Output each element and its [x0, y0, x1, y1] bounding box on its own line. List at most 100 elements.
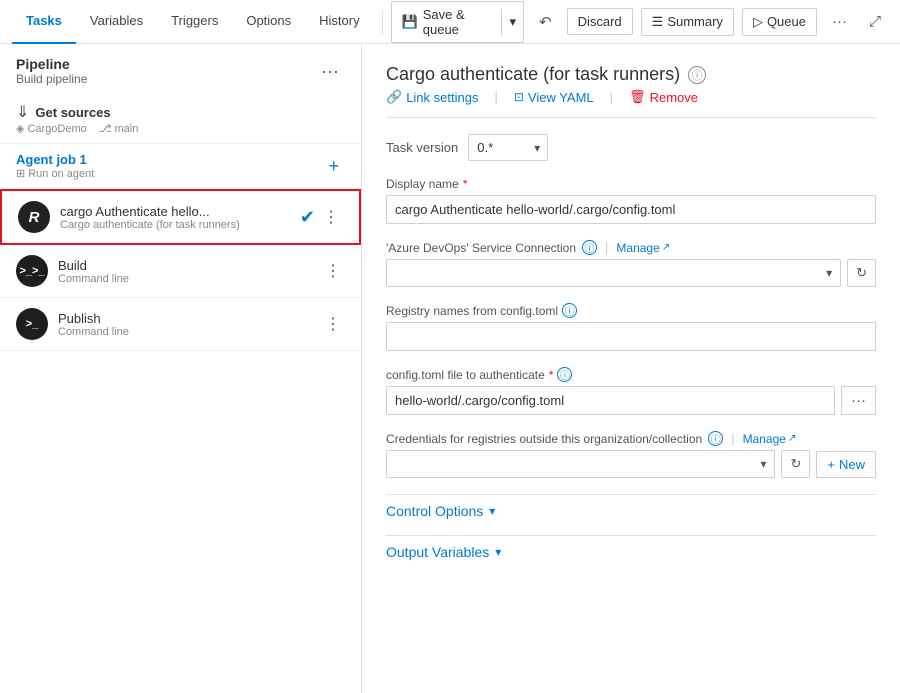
link-settings-label: Link settings	[406, 90, 478, 105]
view-yaml-icon: ⊡	[514, 90, 524, 104]
queue-button[interactable]: ▷ Queue	[742, 8, 817, 36]
summary-button[interactable]: ☰ Summary	[641, 8, 734, 36]
tab-history[interactable]: History	[305, 0, 373, 44]
save-queue-main[interactable]: 💾 Save & queue	[392, 2, 502, 42]
display-name-group: Display name *	[386, 177, 876, 224]
publish-task-name: Publish	[58, 311, 311, 326]
link-sep-2: |	[610, 90, 613, 105]
tab-variables[interactable]: Variables	[76, 0, 157, 44]
cmd-icon-build: >_	[19, 265, 44, 277]
rust-icon: R	[29, 209, 40, 226]
nav-tabs: Tasks Variables Triggers Options History	[12, 0, 374, 44]
pipeline-header: Pipeline Build pipeline ···	[0, 44, 361, 94]
agent-job-label[interactable]: Agent job 1	[16, 152, 94, 167]
agent-icon: ⊞	[16, 167, 25, 180]
new-credentials-button[interactable]: + New	[816, 451, 876, 478]
list-icon: ☰	[652, 14, 664, 30]
credentials-dropdown[interactable]: ▾	[386, 450, 775, 478]
cmd-icon-publish: >_	[26, 318, 39, 330]
build-task-name: Build	[58, 258, 311, 273]
output-variables-chevron-icon: ▾	[495, 545, 501, 559]
tab-triggers[interactable]: Triggers	[157, 0, 232, 44]
build-task-info: Build Command line	[58, 258, 311, 285]
control-options-section: Control Options ▾	[386, 494, 876, 527]
summary-label: Summary	[667, 14, 723, 29]
config-file-more-button[interactable]: ···	[841, 386, 876, 415]
get-sources-icon: ⇓	[16, 102, 29, 122]
service-dropdown[interactable]: ▾	[386, 259, 841, 287]
main-layout: Pipeline Build pipeline ··· ⇓ Get source…	[0, 44, 900, 693]
agent-job-header: Agent job 1 ⊞ Run on agent +	[0, 144, 361, 189]
branch-icon: ⎇	[99, 122, 112, 135]
registry-names-input[interactable]	[386, 322, 876, 351]
build-task-more-button[interactable]: ⋮	[321, 259, 345, 283]
registry-names-group: Registry names from config.toml ⓘ	[386, 303, 876, 351]
pipeline-info: Pipeline Build pipeline	[16, 56, 87, 86]
credentials-dropdown-row: ▾ ↻ + New	[386, 450, 876, 478]
cargo-task-more-button[interactable]: ⋮	[319, 205, 343, 229]
output-variables-header[interactable]: Output Variables ▾	[386, 535, 876, 568]
panel-title: Cargo authenticate (for task runners) ⓘ	[386, 64, 876, 85]
new-icon: +	[827, 457, 835, 472]
expand-button[interactable]: ⤢	[862, 8, 888, 35]
save-queue-button-group[interactable]: 💾 Save & queue ▾	[391, 1, 524, 43]
output-variables-label: Output Variables	[386, 544, 489, 560]
creds-manage-link[interactable]: Manage ↗	[743, 432, 797, 446]
creds-refresh-button[interactable]: ↻	[781, 450, 810, 478]
get-sources-meta: ◈ CargoDemo ⎇ main	[16, 122, 345, 135]
link-settings-link[interactable]: 🔗 Link settings	[386, 89, 478, 105]
save-queue-dropdown-arrow[interactable]: ▾	[501, 9, 523, 35]
creds-pipe: |	[731, 431, 734, 446]
task-version-row: Task version 0.* 1.*	[386, 134, 876, 161]
service-manage-link[interactable]: Manage ↗	[616, 241, 670, 255]
service-chevron-icon: ▾	[826, 266, 832, 280]
remove-icon: 🗑	[629, 89, 646, 105]
task-check-icon: ✔	[300, 207, 315, 228]
tab-tasks[interactable]: Tasks	[12, 0, 76, 44]
publish-task-info: Publish Command line	[58, 311, 311, 338]
sidebar: Pipeline Build pipeline ··· ⇓ Get source…	[0, 44, 362, 693]
discard-button[interactable]: Discard	[567, 8, 633, 35]
get-sources-label: Get sources	[35, 105, 110, 120]
config-file-required: *	[549, 368, 554, 382]
pipeline-more-button[interactable]: ···	[315, 59, 345, 84]
config-file-label-row: config.toml file to authenticate * ⓘ	[386, 367, 876, 382]
task-item-build[interactable]: >_ Build Command line ⋮	[0, 245, 361, 298]
service-info-icon: ⓘ	[582, 240, 597, 255]
tab-options[interactable]: Options	[232, 0, 305, 44]
task-version-select-wrapper[interactable]: 0.* 1.*	[468, 134, 548, 161]
task-item-cargo-auth[interactable]: R cargo Authenticate hello... Cargo auth…	[0, 189, 361, 245]
credentials-group: Credentials for registries outside this …	[386, 431, 876, 478]
view-yaml-label: View YAML	[528, 90, 594, 105]
task-version-label: Task version	[386, 140, 458, 155]
top-nav: Tasks Variables Triggers Options History…	[0, 0, 900, 44]
link-sep-1: |	[494, 90, 497, 105]
display-name-input[interactable]	[386, 195, 876, 224]
config-file-input-row: ···	[386, 386, 876, 415]
config-file-input[interactable]	[386, 386, 835, 415]
task-version-select[interactable]: 0.* 1.*	[468, 134, 548, 161]
registry-names-label-row: Registry names from config.toml ⓘ	[386, 303, 876, 318]
cargo-task-info: cargo Authenticate hello... Cargo authen…	[60, 204, 290, 231]
service-pipe: |	[605, 240, 608, 255]
service-label-text: 'Azure DevOps' Service Connection	[386, 241, 576, 255]
remove-link[interactable]: 🗑 Remove	[629, 89, 698, 105]
more-options-button[interactable]: ···	[825, 8, 854, 35]
save-icon: 💾	[402, 14, 418, 30]
chevron-down-icon: ▾	[509, 14, 516, 30]
publish-task-more-button[interactable]: ⋮	[321, 312, 345, 336]
control-options-header[interactable]: Control Options ▾	[386, 494, 876, 527]
registry-info-icon: ⓘ	[562, 303, 577, 318]
repo-icon: ◈	[16, 122, 24, 135]
pipeline-subtitle: Build pipeline	[16, 72, 87, 86]
service-refresh-button[interactable]: ↻	[847, 259, 876, 287]
get-sources-section: ⇓ Get sources ◈ CargoDemo ⎇ main	[0, 94, 361, 144]
undo-button[interactable]: ↶	[532, 8, 559, 36]
add-task-button[interactable]: +	[322, 154, 345, 179]
remove-label: Remove	[650, 90, 698, 105]
view-yaml-link[interactable]: ⊡ View YAML	[514, 90, 594, 105]
task-item-publish[interactable]: >_ Publish Command line ⋮	[0, 298, 361, 351]
pipeline-title: Pipeline	[16, 56, 87, 72]
publish-task-actions: ⋮	[321, 312, 345, 336]
config-file-group: config.toml file to authenticate * ⓘ ···	[386, 367, 876, 415]
